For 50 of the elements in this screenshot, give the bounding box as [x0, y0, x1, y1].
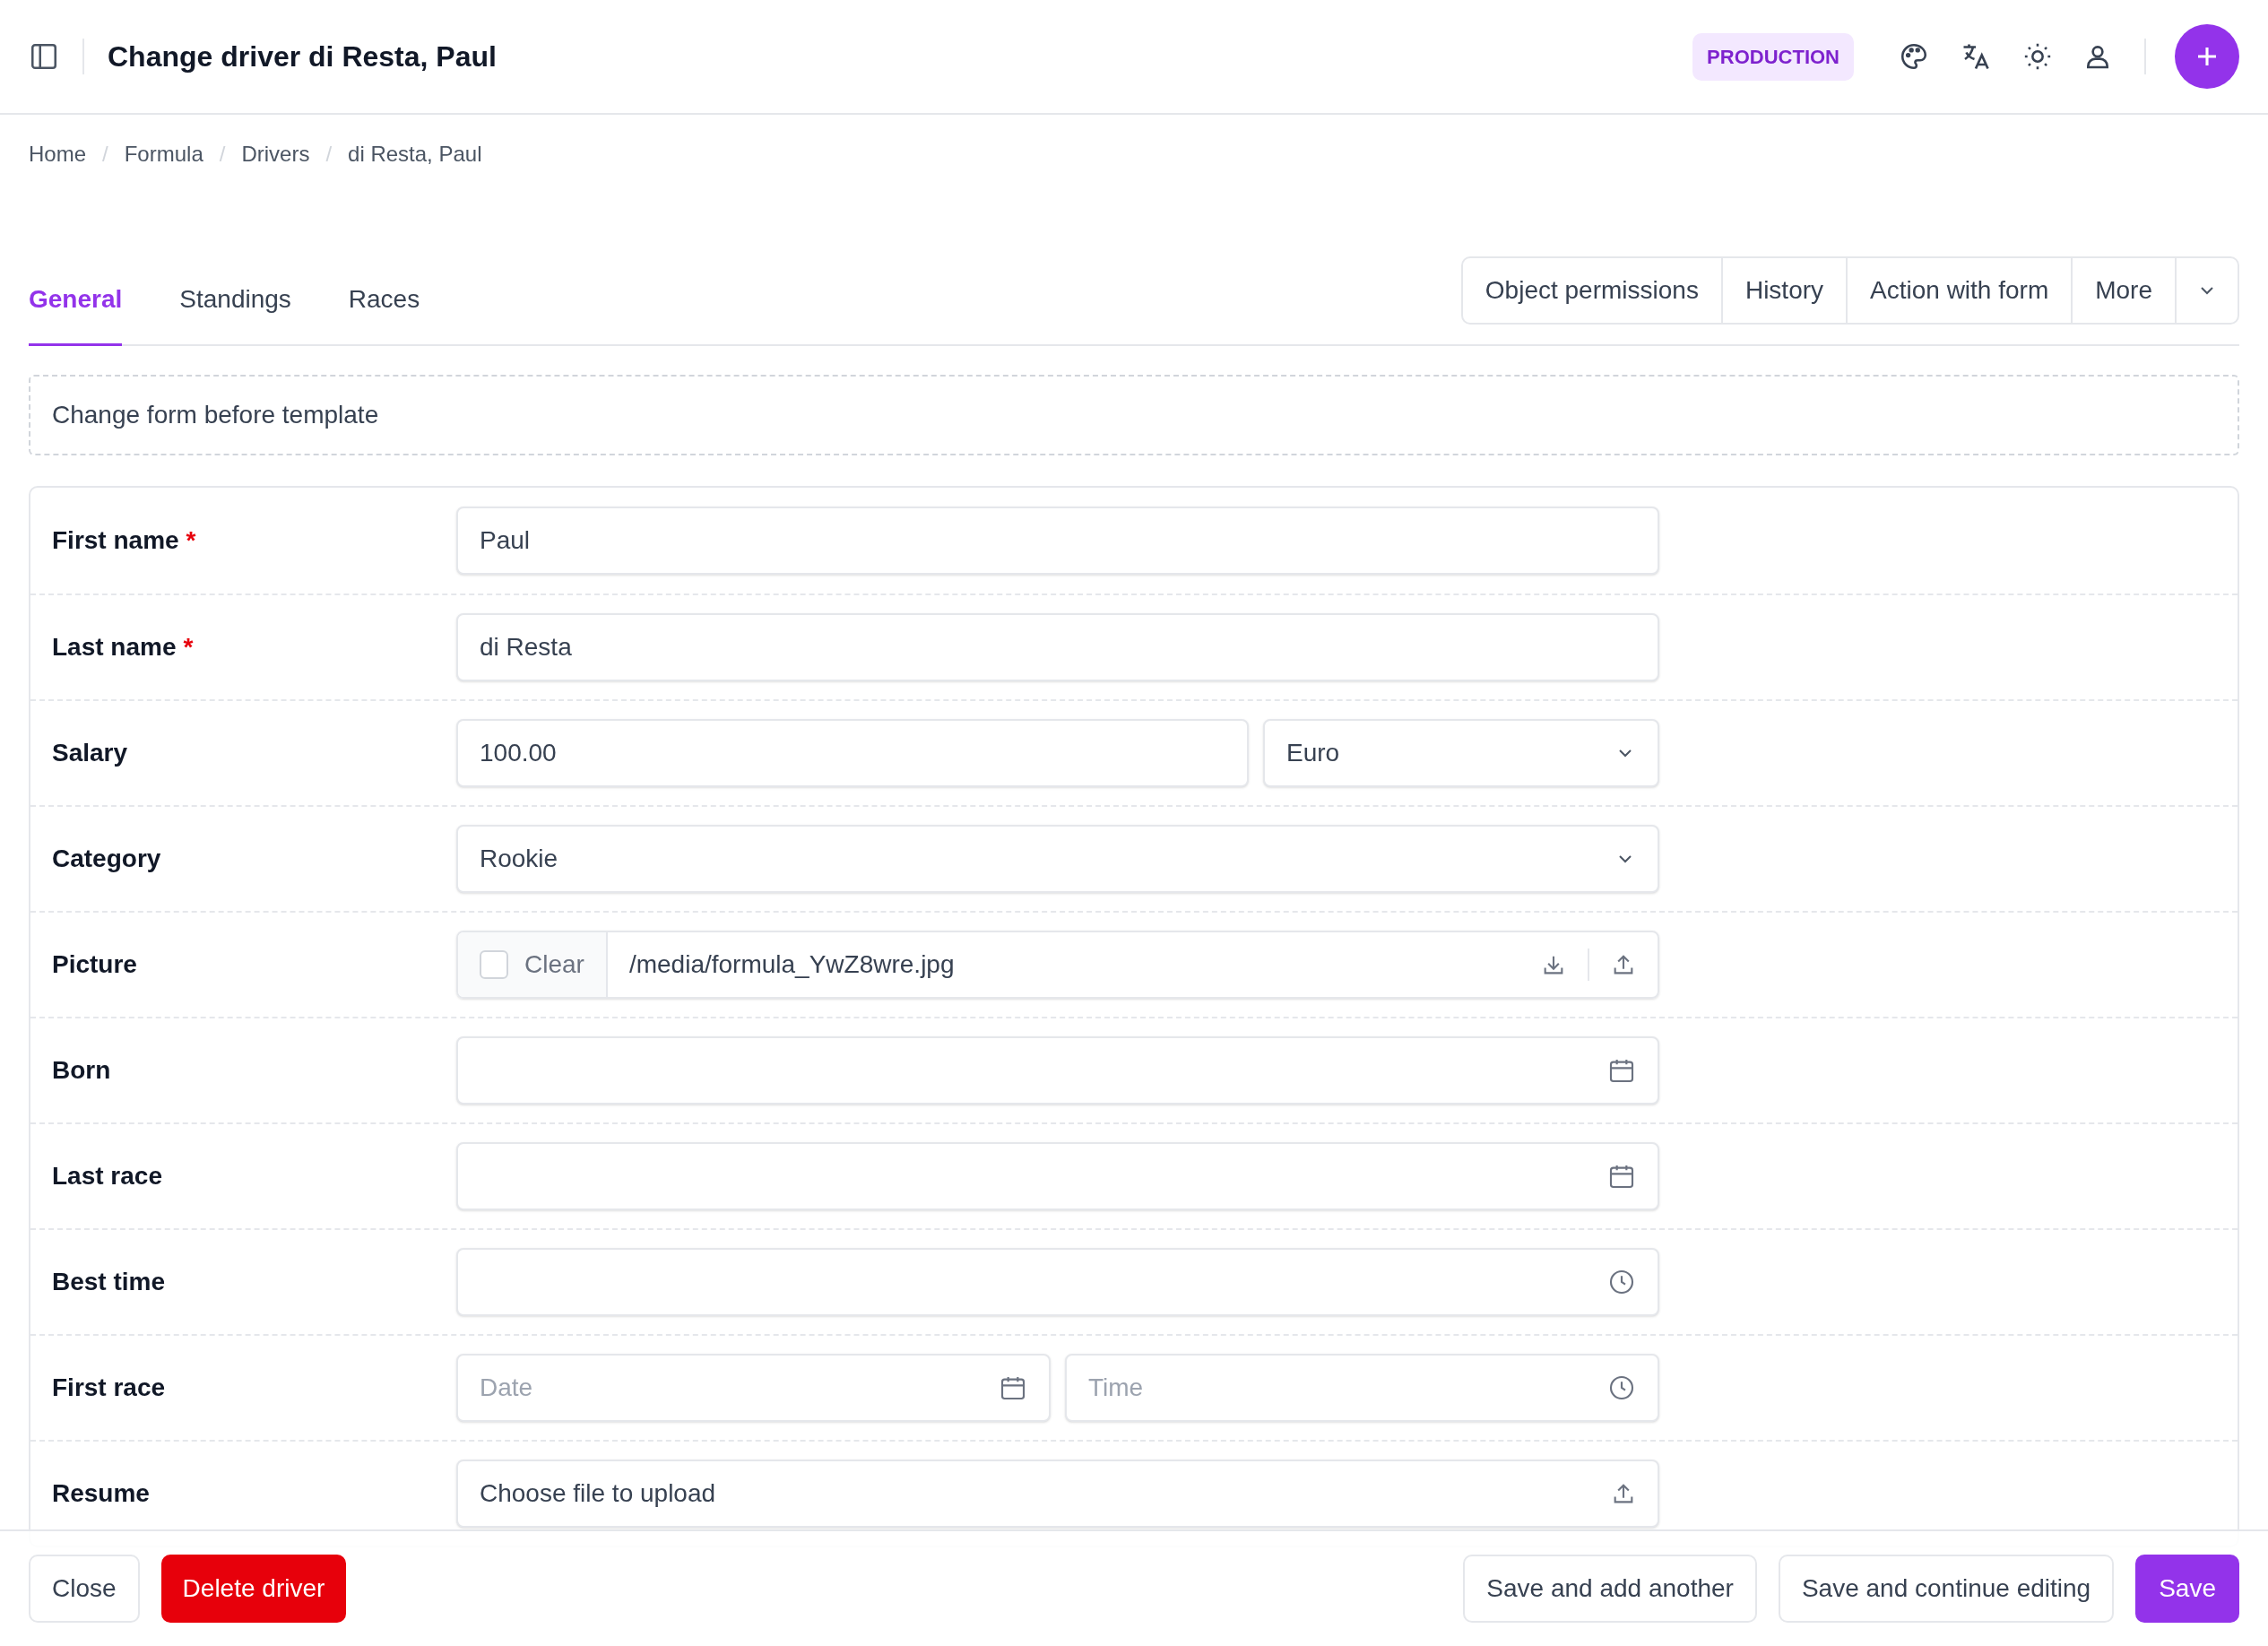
close-button[interactable]: Close — [29, 1555, 140, 1623]
field-label: First name — [52, 525, 179, 556]
action-button[interactable]: Action with form — [1846, 258, 2072, 323]
save-and-add-button[interactable]: Save and add another — [1463, 1555, 1757, 1623]
field-label: Best time — [52, 1267, 166, 1297]
field-label: Salary — [52, 738, 128, 768]
required-mark: * — [183, 632, 194, 663]
breadcrumb-link[interactable]: di Resta, Paul — [348, 138, 482, 170]
clock-icon[interactable] — [1607, 1268, 1636, 1296]
action-button[interactable]: History — [1720, 258, 1847, 323]
environment-badge: PRODUCTION — [1692, 32, 1854, 81]
sidebar-toggle-icon[interactable] — [29, 41, 59, 72]
page-title: Change driver di Resta, Paul — [108, 39, 497, 74]
field-label: Picture — [52, 949, 137, 980]
field-label: Resume — [52, 1478, 150, 1509]
delete-button[interactable]: Delete driver — [160, 1555, 347, 1623]
action-button[interactable]: Object permissions — [1462, 258, 1721, 323]
save-and-continue-button[interactable]: Save and continue editing — [1778, 1555, 2115, 1623]
notice-text: Change form before template — [29, 375, 2239, 455]
breadcrumb-separator: / — [325, 141, 333, 168]
field-label: Last name — [52, 632, 177, 663]
time-input[interactable] — [456, 1248, 1659, 1316]
date-input[interactable] — [456, 1036, 1659, 1105]
text-input[interactable]: Paul — [456, 507, 1659, 575]
tab[interactable]: Races — [348, 281, 420, 346]
file-path[interactable]: /media/formula_YwZ8wre.jpg — [607, 946, 1519, 983]
breadcrumb-link[interactable]: Drivers — [241, 138, 310, 170]
breadcrumb-separator: / — [219, 141, 226, 168]
currency-select[interactable]: Euro — [1263, 719, 1659, 787]
breadcrumb-link[interactable]: Formula — [124, 138, 203, 170]
field-label: Category — [52, 844, 161, 874]
field-label: Born — [52, 1055, 111, 1086]
file-upload-field[interactable]: Choose file to upload — [456, 1460, 1659, 1528]
save-button[interactable]: Save — [2135, 1555, 2239, 1623]
palette-icon[interactable] — [1899, 41, 1929, 72]
tab[interactable]: Standings — [179, 281, 291, 346]
amount-input[interactable]: 100.00 — [456, 719, 1249, 787]
field-label: First race — [52, 1373, 166, 1403]
action-button[interactable]: More — [2071, 258, 2175, 323]
clear-checkbox[interactable]: Clear — [458, 932, 608, 997]
date-input[interactable] — [456, 1142, 1659, 1210]
sun-icon[interactable] — [2022, 41, 2053, 72]
breadcrumb-separator: / — [102, 141, 108, 168]
clock-icon[interactable] — [1607, 1373, 1636, 1402]
breadcrumb-link[interactable]: Home — [29, 138, 87, 170]
field-label: Last race — [52, 1161, 162, 1191]
required-mark: * — [186, 525, 196, 556]
category-select[interactable]: Rookie — [456, 825, 1659, 893]
tab[interactable]: General — [29, 281, 123, 346]
text-input[interactable]: di Resta — [456, 613, 1659, 681]
